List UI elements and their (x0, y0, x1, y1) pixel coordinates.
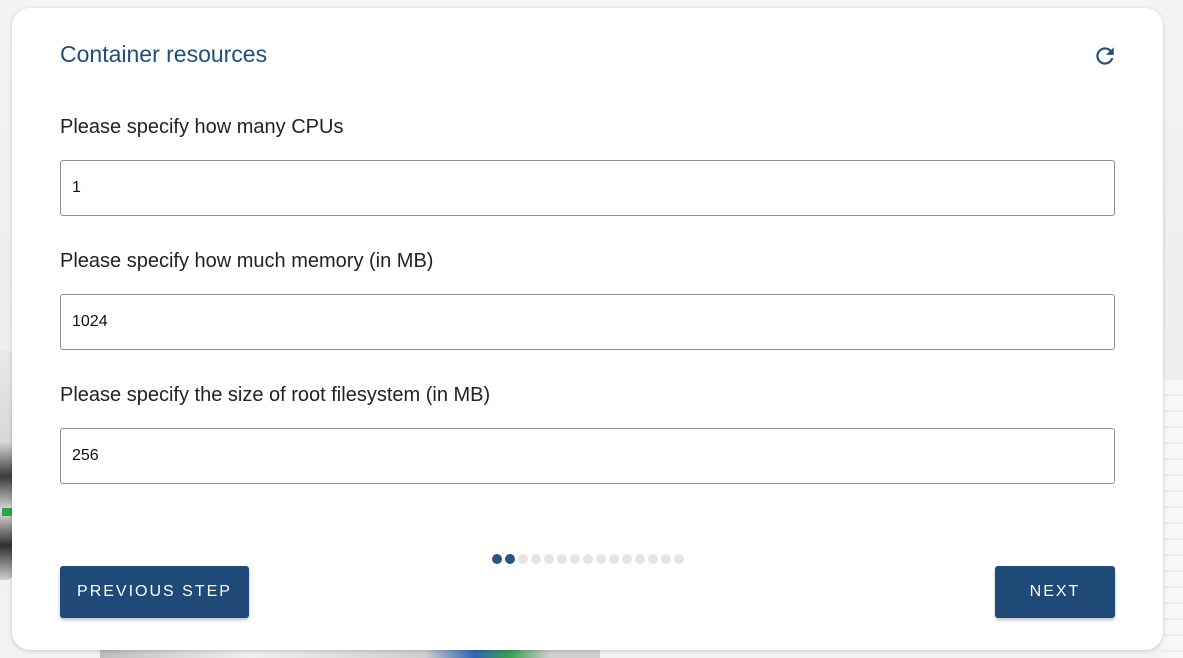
step-dot (583, 554, 593, 564)
step-dot (544, 554, 554, 564)
rootfs-input[interactable] (60, 428, 1115, 484)
step-dot (661, 554, 671, 564)
memory-input[interactable] (60, 294, 1115, 350)
step-dot (505, 554, 515, 564)
step-dot (518, 554, 528, 564)
step-dot (609, 554, 619, 564)
step-dot (596, 554, 606, 564)
background-scenery-light (2, 508, 12, 516)
step-dot (570, 554, 580, 564)
memory-label: Please specify how much memory (in MB) (60, 250, 434, 272)
previous-step-button[interactable]: PREVIOUS STEP (60, 566, 249, 618)
step-dot (635, 554, 645, 564)
wizard-card: Container resources Please specify how m… (12, 8, 1163, 650)
page-title: Container resources (60, 41, 268, 67)
cpus-input[interactable] (60, 160, 1115, 216)
background-scenery-right (1161, 380, 1183, 658)
step-dot (622, 554, 632, 564)
rootfs-label: Please specify the size of root filesyst… (60, 384, 491, 406)
step-dot (492, 554, 502, 564)
step-dot (531, 554, 541, 564)
cpus-label: Please specify how many CPUs (60, 116, 344, 138)
step-progress-indicator (492, 554, 684, 564)
step-dot (648, 554, 658, 564)
next-button[interactable]: NEXT (995, 566, 1115, 618)
step-dot (674, 554, 684, 564)
refresh-icon[interactable] (1092, 43, 1118, 69)
step-dot (557, 554, 567, 564)
